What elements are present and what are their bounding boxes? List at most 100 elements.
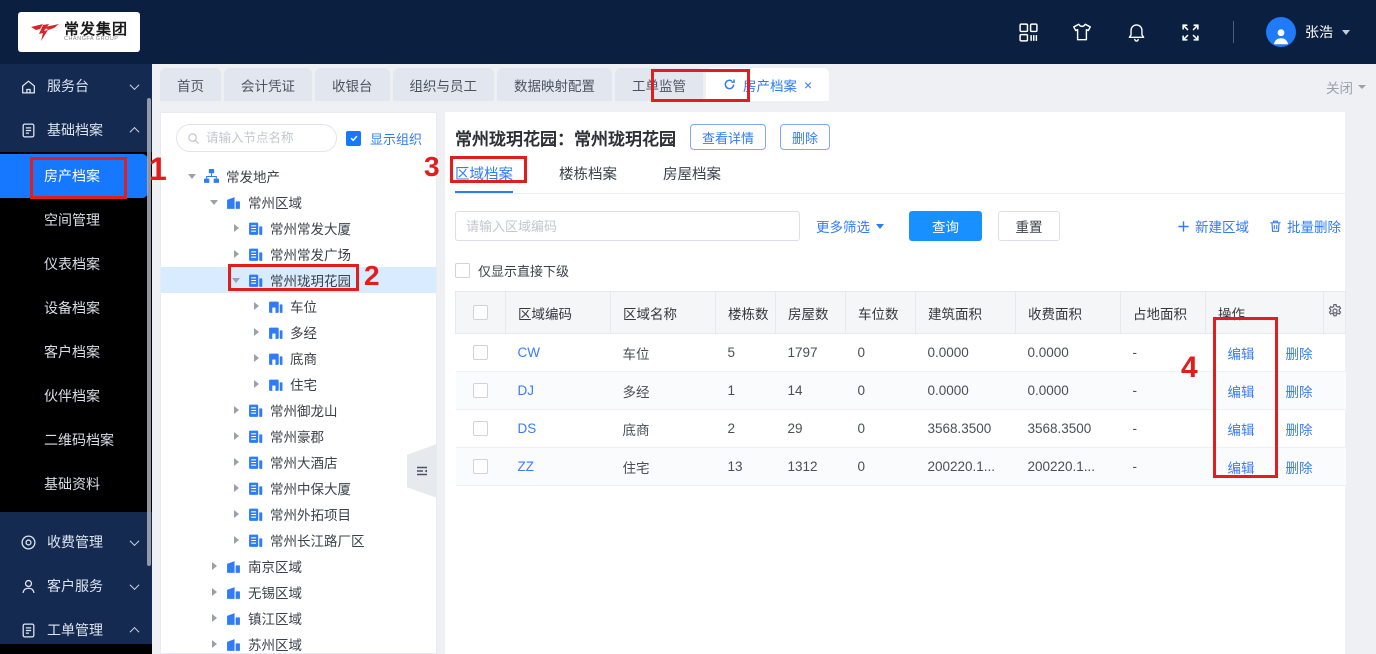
tree-node[interactable]: 常州中保大厦	[161, 475, 436, 501]
tree-node[interactable]: 车位	[161, 293, 436, 319]
caret-collapsed-icon[interactable]	[211, 562, 221, 570]
edit-link[interactable]: 编辑	[1228, 423, 1255, 438]
caret-expanded-icon[interactable]	[232, 278, 240, 287]
show-org-label[interactable]: 显示组织	[370, 129, 422, 148]
refresh-icon[interactable]	[723, 78, 736, 91]
tab-property-archives[interactable]: 房产档案 ×	[706, 68, 830, 101]
delete-link[interactable]: 删除	[1286, 385, 1313, 400]
user-menu[interactable]: 张浩	[1266, 17, 1350, 47]
tree-node[interactable]: 常州豪郡	[161, 423, 436, 449]
row-checkbox[interactable]	[473, 345, 488, 360]
apps-grid-icon[interactable]	[1017, 21, 1039, 43]
tab-workorder-monitor[interactable]: 工单监管	[615, 68, 703, 101]
sidebar-section-customer-service[interactable]: 客户服务	[0, 564, 152, 608]
caret-collapsed-icon[interactable]	[253, 380, 263, 388]
sidebar-item-customer-archives[interactable]: 客户档案	[0, 330, 152, 374]
caret-expanded-icon[interactable]	[188, 174, 196, 183]
tab-accounting-voucher[interactable]: 会计凭证	[224, 68, 312, 101]
column-settings-gear-icon[interactable]	[1327, 303, 1343, 319]
tree-node[interactable]: 住宅	[161, 371, 436, 397]
select-all-checkbox[interactable]	[473, 305, 488, 320]
caret-collapsed-icon[interactable]	[233, 458, 243, 466]
notification-bell-icon[interactable]	[1125, 21, 1147, 43]
tree-node[interactable]: 无锡区域	[161, 579, 436, 605]
close-all-tabs-button[interactable]: 关闭	[1326, 77, 1366, 97]
area-code-link[interactable]: CW	[518, 345, 541, 360]
row-checkbox[interactable]	[473, 421, 488, 436]
tree-search-box[interactable]	[176, 124, 337, 152]
more-filters-button[interactable]: 更多筛选	[816, 216, 884, 236]
tab-house-archives[interactable]: 房屋档案	[663, 163, 721, 193]
tree-node-selected[interactable]: 常州珑玥花园	[161, 267, 436, 293]
view-detail-button[interactable]: 查看详情	[690, 124, 767, 150]
tab-area-archives[interactable]: 区域档案	[455, 163, 513, 193]
caret-collapsed-icon[interactable]	[211, 640, 221, 648]
tab-org-employees[interactable]: 组织与员工	[392, 68, 494, 101]
fullscreen-icon[interactable]	[1179, 21, 1201, 43]
area-code-link[interactable]: DJ	[518, 383, 535, 398]
delete-link[interactable]: 删除	[1286, 423, 1313, 438]
caret-collapsed-icon[interactable]	[253, 328, 263, 336]
tree-node[interactable]: 常州御龙山	[161, 397, 436, 423]
sidebar-section-service-desk[interactable]: 服务台	[0, 64, 152, 108]
tree-node[interactable]: 常州长江路厂区	[161, 527, 436, 553]
company-logo[interactable]: 常发集团 CHANGFA GROUP	[18, 12, 140, 52]
tab-data-mapping[interactable]: 数据映射配置	[497, 68, 612, 101]
sidebar-item-equipment-archives[interactable]: 设备档案	[0, 286, 152, 330]
caret-collapsed-icon[interactable]	[253, 302, 263, 310]
tree-node[interactable]: 常州外拓项目	[161, 501, 436, 527]
delete-link[interactable]: 删除	[1286, 347, 1313, 362]
tree-node[interactable]: 常州常发广场	[161, 241, 436, 267]
sidebar-item-meter-archives[interactable]: 仪表档案	[0, 242, 152, 286]
theme-shirt-icon[interactable]	[1071, 21, 1093, 43]
tree-node[interactable]: 镇江区域	[161, 605, 436, 631]
tree-node[interactable]: 底商	[161, 345, 436, 371]
caret-collapsed-icon[interactable]	[233, 510, 243, 518]
sidebar-scrollbar[interactable]	[147, 98, 151, 566]
new-area-button[interactable]: 新建区域	[1177, 216, 1249, 236]
delete-button[interactable]: 删除	[780, 124, 831, 150]
sidebar-item-basic-data[interactable]: 基础资料	[0, 462, 152, 506]
row-checkbox[interactable]	[473, 383, 488, 398]
reset-button[interactable]: 重置	[998, 211, 1060, 241]
caret-collapsed-icon[interactable]	[233, 484, 243, 492]
tree-node[interactable]: 常州区域	[161, 189, 436, 215]
row-checkbox[interactable]	[473, 459, 488, 474]
edit-link[interactable]: 编辑	[1228, 461, 1255, 476]
tree-node[interactable]: 南京区域	[161, 553, 436, 579]
search-button[interactable]: 查询	[909, 211, 982, 241]
tree-node[interactable]: 常发地产	[161, 163, 436, 189]
caret-expanded-icon[interactable]	[210, 200, 218, 209]
area-code-link[interactable]: DS	[518, 421, 537, 436]
tree-node[interactable]: 多经	[161, 319, 436, 345]
edit-link[interactable]: 编辑	[1228, 347, 1255, 362]
show-org-checkbox[interactable]	[346, 130, 361, 146]
tree-node[interactable]: 苏州区域	[161, 631, 436, 654]
close-tab-icon[interactable]: ×	[804, 78, 812, 92]
caret-collapsed-icon[interactable]	[253, 354, 263, 362]
caret-collapsed-icon[interactable]	[233, 224, 243, 232]
caret-collapsed-icon[interactable]	[211, 614, 221, 622]
caret-collapsed-icon[interactable]	[233, 250, 243, 258]
direct-children-checkbox[interactable]	[455, 263, 470, 278]
caret-collapsed-icon[interactable]	[211, 588, 221, 596]
edit-link[interactable]: 编辑	[1228, 385, 1255, 400]
area-code-input[interactable]	[455, 211, 800, 241]
delete-link[interactable]: 删除	[1286, 461, 1313, 476]
tree-search-input[interactable]	[206, 131, 318, 145]
tab-cashier[interactable]: 收银台	[315, 68, 390, 101]
caret-collapsed-icon[interactable]	[233, 406, 243, 414]
sidebar-item-qrcode-archives[interactable]: 二维码档案	[0, 418, 152, 462]
sidebar-item-property-archives[interactable]: 房产档案	[0, 154, 148, 198]
tree-node[interactable]: 常州常发大厦	[161, 215, 436, 241]
sidebar-section-charge-management[interactable]: 收费管理	[0, 520, 152, 564]
tree-node[interactable]: 常州大酒店	[161, 449, 436, 475]
area-code-link[interactable]: ZZ	[518, 459, 535, 474]
sidebar-section-basic-archives[interactable]: 基础档案	[0, 108, 152, 152]
sidebar-item-space-management[interactable]: 空间管理	[0, 198, 152, 242]
tab-home[interactable]: 首页	[160, 68, 221, 101]
tab-building-archives[interactable]: 楼栋档案	[559, 163, 617, 193]
sidebar-item-partner-archives[interactable]: 伙伴档案	[0, 374, 152, 418]
caret-collapsed-icon[interactable]	[233, 536, 243, 544]
batch-delete-button[interactable]: 批量删除	[1269, 216, 1341, 236]
